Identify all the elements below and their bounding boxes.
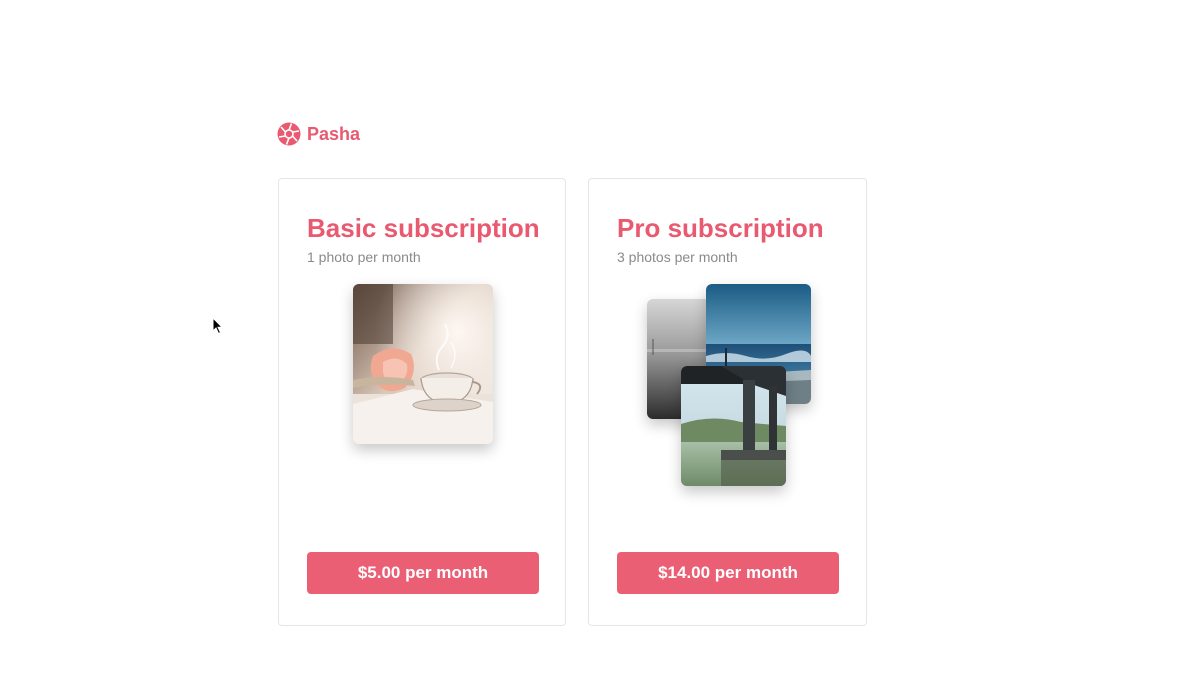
subscribe-basic-button[interactable]: $5.00 per month bbox=[307, 552, 539, 594]
plan-card-basic: Basic subscription 1 photo per month $5.… bbox=[278, 178, 566, 626]
plan-title: Basic subscription bbox=[307, 213, 540, 243]
mouse-pointer-icon bbox=[212, 317, 224, 335]
plan-subtitle: 1 photo per month bbox=[307, 249, 421, 265]
tea-cup-photo bbox=[353, 284, 493, 444]
aperture-logo-icon bbox=[277, 122, 301, 146]
subscribe-pro-button[interactable]: $14.00 per month bbox=[617, 552, 839, 594]
page: Pasha Basic subscription 1 photo per mon… bbox=[0, 0, 1199, 696]
plan-subtitle: 3 photos per month bbox=[617, 249, 738, 265]
brand-link[interactable]: Pasha bbox=[277, 122, 360, 146]
plan-card-pro: Pro subscription 3 photos per month $14.… bbox=[588, 178, 867, 626]
brand-name: Pasha bbox=[307, 123, 361, 144]
plan-title: Pro subscription bbox=[617, 213, 824, 243]
dock-lake-photo bbox=[681, 366, 786, 486]
